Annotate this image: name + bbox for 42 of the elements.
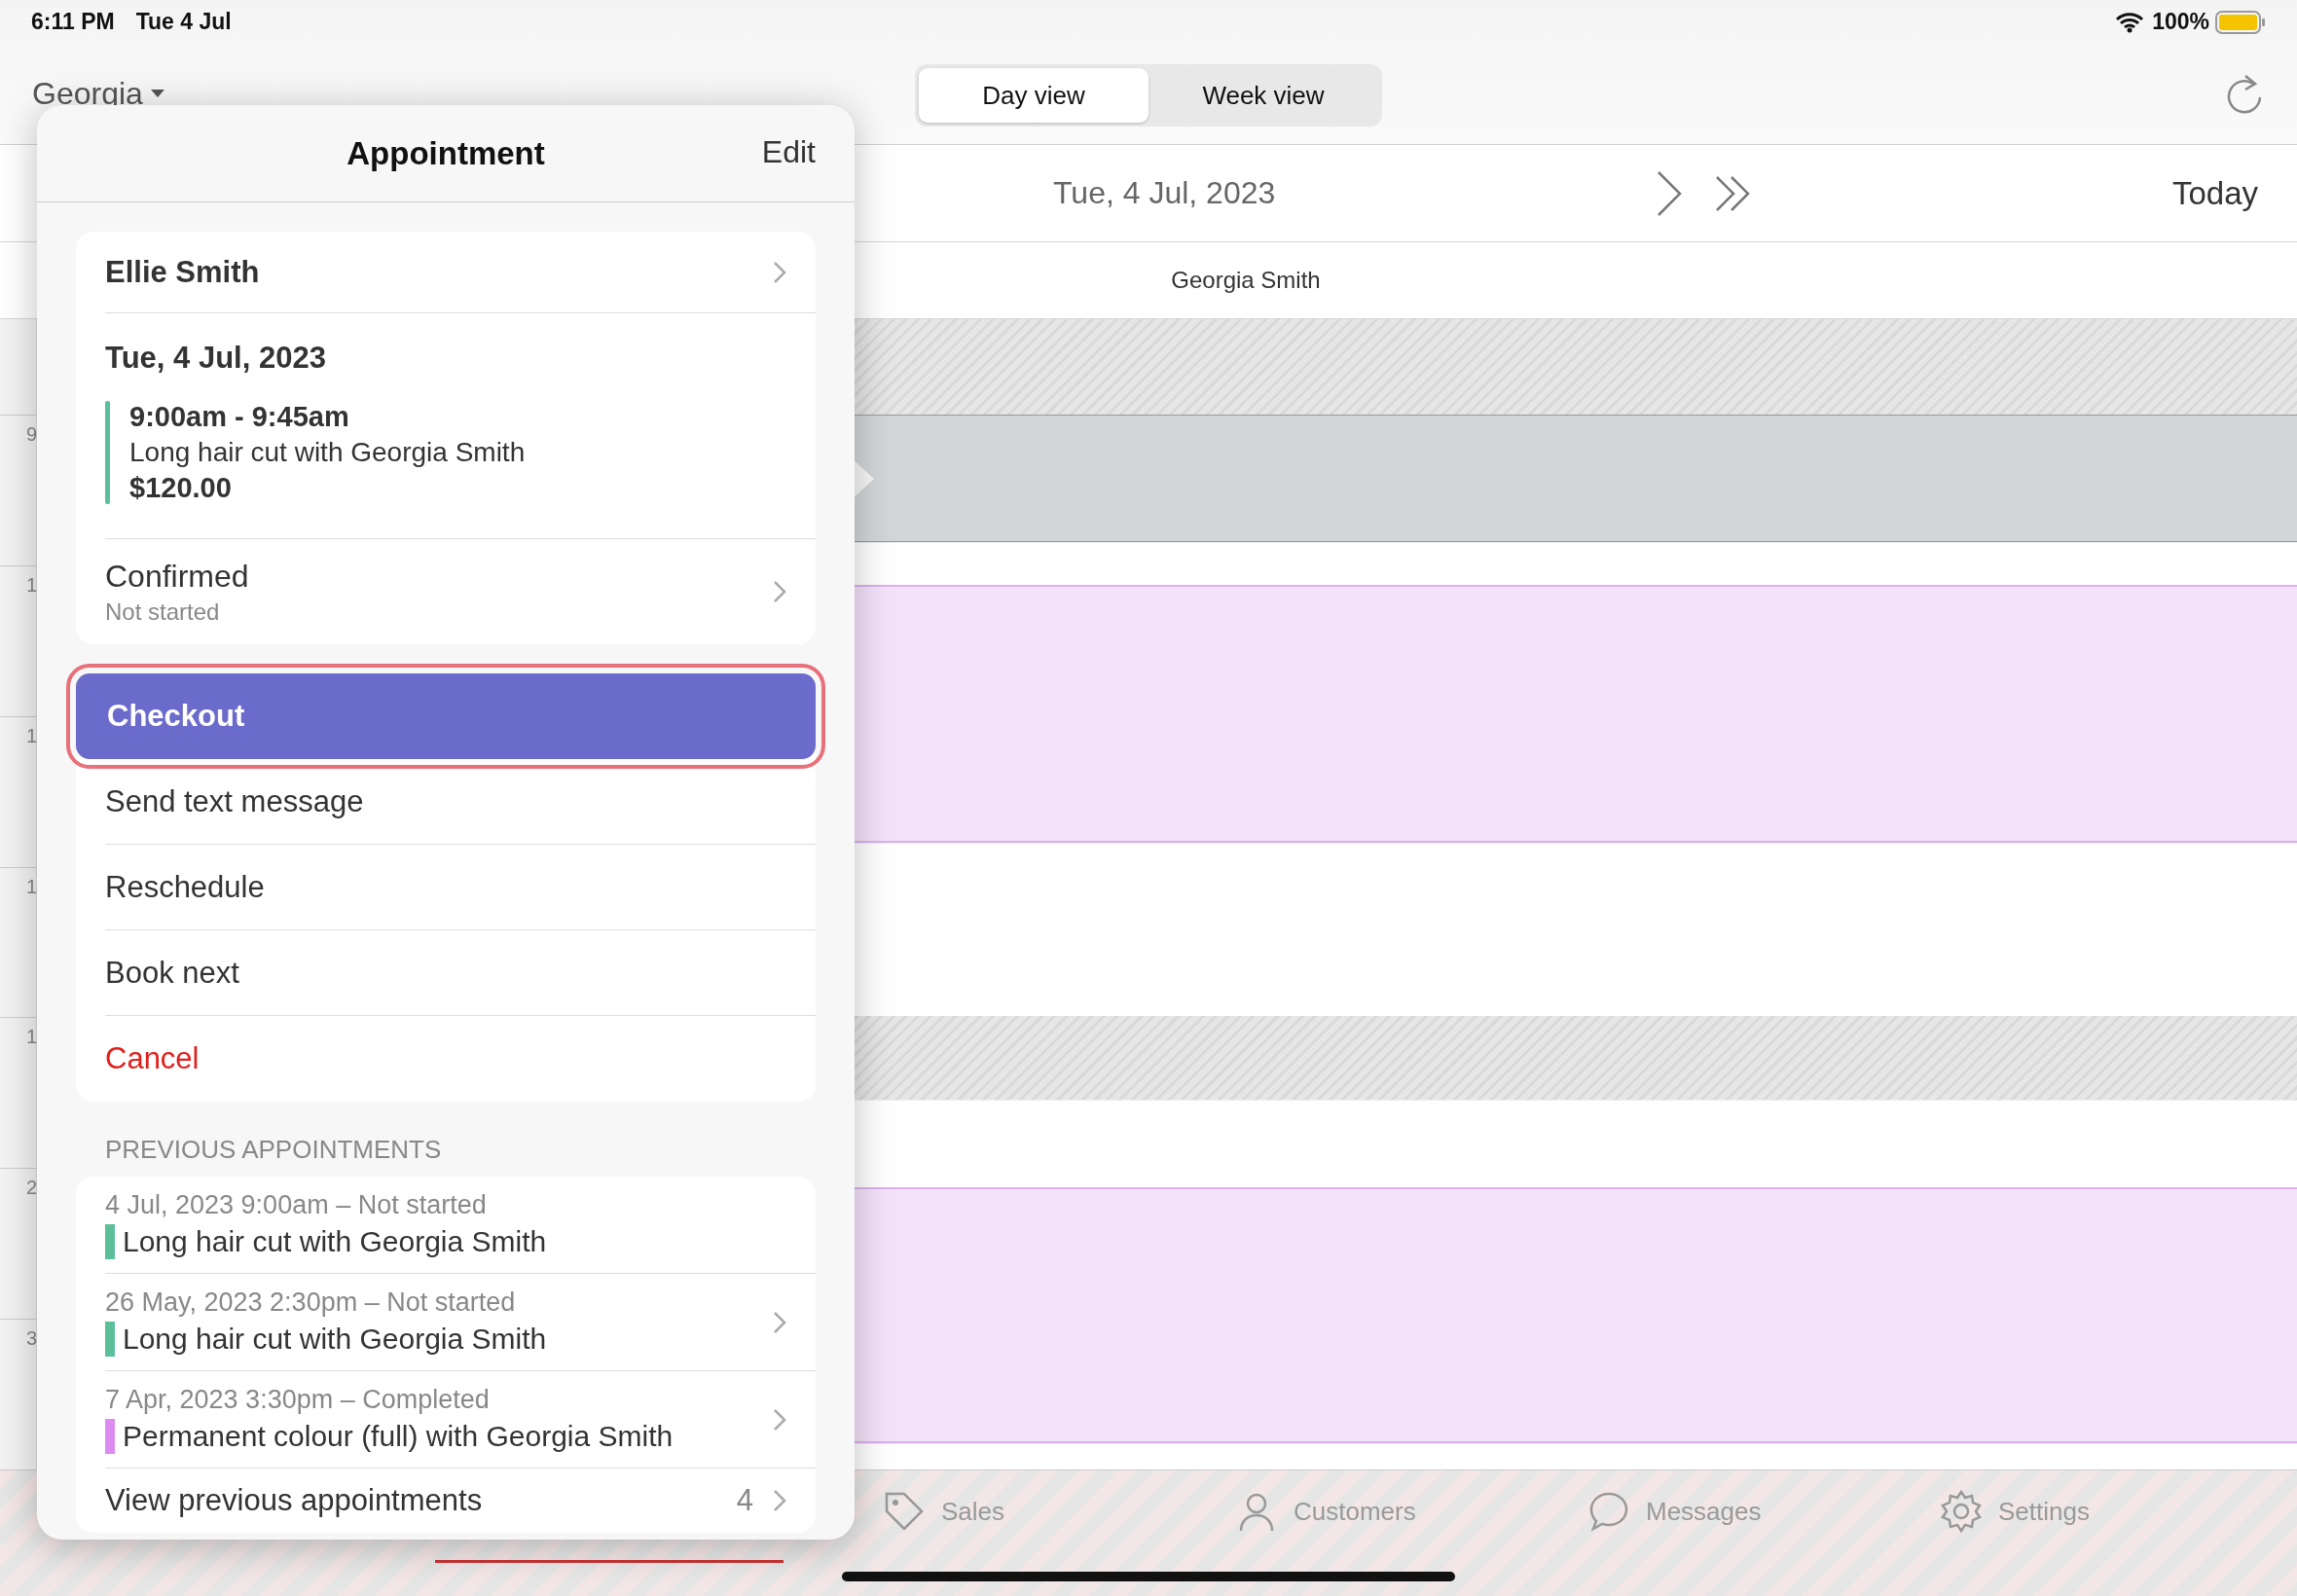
- today-button[interactable]: Today: [2171, 174, 2258, 212]
- appointment-date: Tue, 4 Jul, 2023: [105, 341, 326, 376]
- view-tab[interactable]: Week view: [1148, 68, 1378, 123]
- hour-label: 1: [26, 875, 38, 897]
- hour-label: 2: [26, 1177, 38, 1199]
- chevron-icon: [773, 1407, 786, 1432]
- view-previous-row[interactable]: View previous appointments 4: [105, 1469, 816, 1533]
- cancel-button[interactable]: Cancel: [105, 1016, 816, 1102]
- previous-appointment[interactable]: 7 Apr, 2023 3:30pm – Completed Permanent colour (full) with Georgia Smith: [105, 1371, 816, 1469]
- edit-button[interactable]: Edit: [761, 134, 816, 170]
- settings-icon: [1938, 1488, 1985, 1535]
- caret-icon: [150, 89, 164, 99]
- chevron-icon: [773, 1310, 786, 1334]
- price: $120.00: [129, 472, 233, 504]
- section-header: PREVIOUS APPOINTMENTS: [105, 1135, 442, 1164]
- wifi-icon: [2115, 11, 2145, 33]
- chevron-icon: [773, 1489, 786, 1512]
- action-item[interactable]: Reschedule: [105, 845, 816, 930]
- action-item[interactable]: Book next: [105, 930, 816, 1016]
- status-time: 6:11 PM: [31, 9, 115, 35]
- appointment-time: 9:00am - 9:45am: [129, 401, 350, 433]
- status-date: Tue 4 Jul: [135, 9, 232, 35]
- client-row[interactable]: Ellie Smith: [105, 232, 816, 313]
- status-row[interactable]: Confirmed Not started: [105, 539, 816, 644]
- previous-appointment[interactable]: 26 May, 2023 2:30pm – Not started Long hair cut with Georgia Smith: [105, 1274, 816, 1371]
- view-tab[interactable]: Day view: [919, 68, 1148, 123]
- action-item[interactable]: Send text message: [105, 759, 816, 845]
- previous-appointment[interactable]: 4 Jul, 2023 9:00am – Not started Long hair cut with Georgia Smith: [105, 1177, 816, 1274]
- hour-label: 1: [26, 573, 38, 596]
- staff-column-header: Georgia Smith: [1171, 267, 1321, 294]
- current-date: Tue, 4 Jul, 2023: [1053, 175, 1276, 211]
- popover-title: Appointment: [346, 134, 545, 172]
- service-name: Long hair cut with Georgia Smith: [129, 437, 526, 468]
- staff-picker[interactable]: Georgia: [32, 76, 164, 112]
- battery-percent: 100%: [2152, 9, 2209, 35]
- chevron-icon: [773, 260, 786, 284]
- hour-label: 3: [26, 1327, 38, 1350]
- hour-label: 9: [26, 423, 38, 445]
- battery-icon: [2215, 10, 2266, 34]
- chevron-icon: [773, 580, 786, 603]
- hour-label: 1: [26, 1026, 38, 1048]
- hour-label: 1: [26, 724, 38, 746]
